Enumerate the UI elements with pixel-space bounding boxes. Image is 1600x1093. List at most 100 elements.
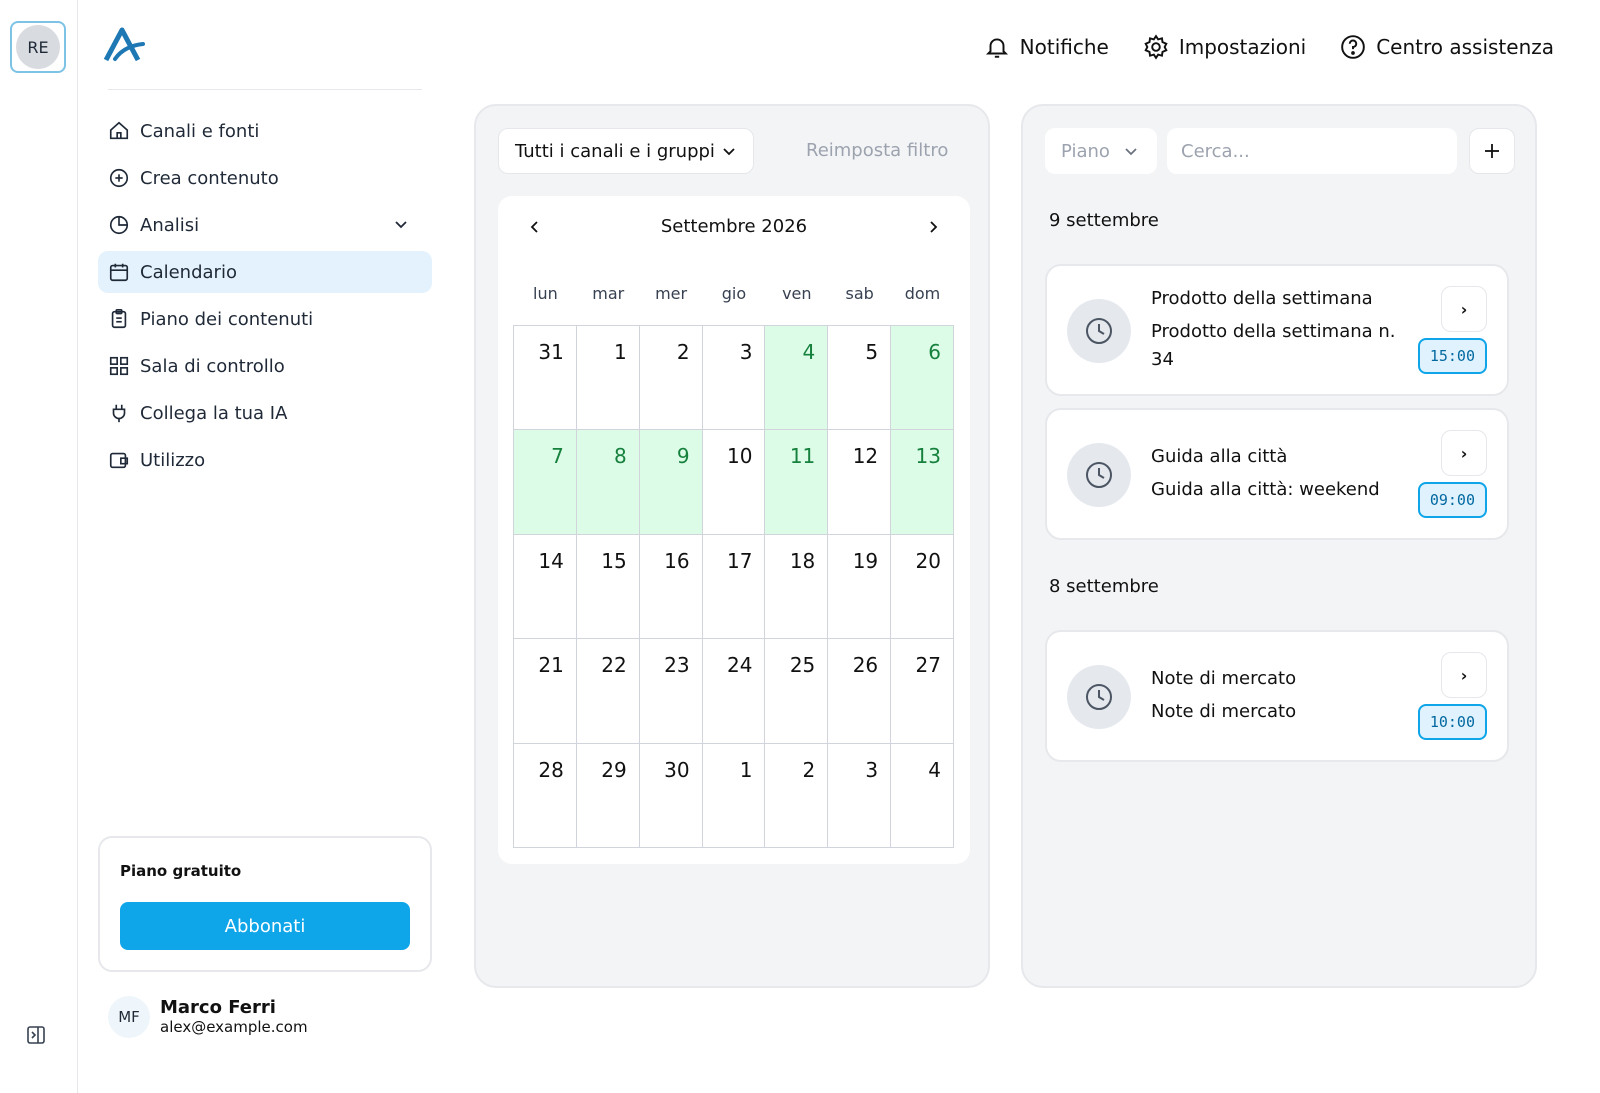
sidebar-item-calendario[interactable]: Calendario (98, 251, 432, 293)
post-description: Prodotto della settimana n. 34 (1151, 321, 1396, 370)
calendar-day-cell[interactable]: 2 (639, 326, 703, 431)
date-group-heading: 9 settembre (1049, 210, 1159, 231)
calendar-day-cell[interactable]: 27 (891, 639, 954, 744)
plan-title: Piano gratuito (120, 862, 242, 880)
chevron-down-icon (1125, 148, 1137, 156)
collapse-sidebar-icon[interactable] (26, 1025, 46, 1045)
calendar-day-cell[interactable]: 4 (891, 743, 954, 848)
post-title: Prodotto della settimana (1151, 288, 1373, 309)
top-bar: Notifiche Impostazioni Centro assistenza (950, 34, 1554, 60)
user-name: Marco Ferri (160, 997, 276, 1018)
chevron-down-icon (723, 148, 735, 156)
calendar-day-cell[interactable]: 6 (891, 326, 954, 431)
help-link[interactable]: Centro assistenza (1340, 34, 1554, 60)
sidebar: Canali e fonti Crea contenuto Analisi Ca… (78, 0, 454, 1093)
gear-icon (1144, 34, 1168, 60)
calendar-day-cell[interactable]: 30 (639, 743, 703, 848)
calendar-day-cell[interactable]: 4 (765, 326, 829, 431)
calendar-day-cell[interactable]: 13 (891, 430, 954, 535)
calendar-day-cell[interactable]: 11 (765, 430, 829, 535)
sidebar-item-label: Collega la tua IA (140, 402, 288, 424)
calendar-day-cell[interactable]: 29 (576, 743, 640, 848)
calendar-day-cell[interactable]: 21 (514, 639, 577, 744)
calendar-day-cell[interactable]: 10 (702, 430, 766, 535)
calendar-day-cell[interactable]: 23 (639, 639, 703, 744)
workspace-rail: RE (0, 0, 78, 1093)
search-input[interactable] (1167, 128, 1457, 174)
clock-icon (1067, 665, 1131, 729)
chevron-right-icon[interactable] (924, 218, 942, 236)
weekday-header: lun mar mer gio ven sab dom (514, 284, 954, 303)
open-post-button[interactable]: › (1441, 430, 1487, 476)
calendar-day-cell[interactable]: 26 (828, 639, 892, 744)
calendar-day-cell[interactable]: 22 (576, 639, 640, 744)
calendar-day-cell[interactable]: 9 (639, 430, 703, 535)
sidebar-item-utilizzo[interactable]: Utilizzo (98, 439, 432, 481)
calendar-day-cell[interactable]: 28 (514, 743, 577, 848)
help-icon (1341, 35, 1365, 59)
sidebar-item-collega-ia[interactable]: Collega la tua IA (98, 392, 432, 434)
plan-select[interactable]: Piano (1045, 128, 1157, 174)
reset-filter-button[interactable]: Reimposta filtro (806, 140, 948, 161)
chevron-down-icon[interactable] (392, 216, 410, 234)
help-label: Centro assistenza (1376, 35, 1554, 59)
calendar-panel: Tutti i canali e i gruppi Reimposta filt… (474, 104, 990, 988)
calendar-day-cell[interactable]: 31 (514, 326, 577, 431)
calendar-day-cell[interactable]: 1 (576, 326, 640, 431)
channel-filter-value: Tutti i canali e i gruppi (515, 140, 715, 162)
pie-chart-icon (109, 215, 129, 235)
sidebar-item-label: Analisi (140, 214, 200, 236)
sidebar-item-canali[interactable]: Canali e fonti (98, 110, 432, 152)
notifications-label: Notifiche (1019, 35, 1109, 59)
calendar-day-cell[interactable]: 7 (514, 430, 577, 535)
date-group-heading: 8 settembre (1049, 576, 1159, 597)
workspace-avatar: RE (16, 25, 60, 69)
plus-icon (1485, 144, 1499, 158)
month-title: Settembre 2026 (660, 216, 808, 237)
post-card[interactable]: Prodotto della settimana Prodotto della … (1045, 264, 1509, 396)
calendar-day-cell[interactable]: 19 (828, 534, 892, 640)
post-card[interactable]: Guida alla città Guida alla città: weeke… (1045, 408, 1509, 540)
calendar-day-cell[interactable]: 14 (514, 534, 577, 640)
user-email: alex@example.com (160, 1018, 308, 1036)
plan-card: Piano gratuito Abbonati (98, 836, 432, 972)
calendar-day-cell[interactable]: 12 (828, 430, 892, 535)
calendar-day-cell[interactable]: 20 (891, 534, 954, 640)
calendar-day-cell[interactable]: 1 (702, 743, 766, 848)
sidebar-item-sala-controllo[interactable]: Sala di controllo (98, 345, 432, 387)
plan-select-value: Piano (1061, 140, 1110, 162)
calendar-day-cell[interactable]: 18 (765, 534, 829, 640)
post-description: Note di mercato (1151, 701, 1297, 722)
calendar-day-cell[interactable]: 8 (576, 430, 640, 535)
channel-filter-select[interactable]: Tutti i canali e i gruppi (498, 128, 754, 174)
sidebar-item-label: Piano dei contenuti (140, 308, 314, 330)
post-title: Note di mercato (1151, 668, 1297, 689)
post-card[interactable]: Note di mercato Note di mercato › 10:00 (1045, 630, 1509, 762)
workspace-switcher[interactable]: RE (10, 21, 66, 73)
weekday-label: mar (592, 284, 625, 303)
post-time-badge: 10:00 (1417, 704, 1487, 740)
sidebar-item-label: Canali e fonti (140, 120, 260, 142)
calendar-day-cell[interactable]: 15 (576, 534, 640, 640)
open-post-button[interactable]: › (1441, 286, 1487, 332)
calendar-day-cell[interactable]: 24 (702, 639, 766, 744)
calendar-day-cell[interactable]: 2 (765, 743, 829, 848)
open-post-button[interactable]: › (1441, 652, 1487, 698)
sidebar-item-analisi[interactable]: Analisi (98, 204, 432, 246)
calendar-day-cell[interactable]: 25 (765, 639, 829, 744)
notifications-link[interactable]: Notifiche (984, 34, 1109, 60)
calendar-day-cell[interactable]: 3 (828, 743, 892, 848)
sidebar-item-crea-contenuto[interactable]: Crea contenuto (98, 157, 432, 199)
app-logo-icon[interactable] (102, 26, 146, 66)
settings-link[interactable]: Impostazioni (1143, 34, 1306, 60)
calendar-day-cell[interactable]: 5 (828, 326, 892, 431)
month-navigation: Settembre 2026 (498, 214, 970, 242)
weekday-label: lun (533, 284, 558, 303)
calendar-day-cell[interactable]: 17 (702, 534, 766, 640)
subscribe-button[interactable]: Abbonati (120, 902, 410, 950)
calendar-day-cell[interactable]: 3 (702, 326, 766, 431)
add-post-button[interactable] (1469, 128, 1515, 174)
calendar-day-cell[interactable]: 16 (639, 534, 703, 640)
sidebar-item-piano[interactable]: Piano dei contenuti (98, 298, 432, 340)
user-profile[interactable]: MF Marco Ferri alex@example.com (108, 996, 308, 1038)
